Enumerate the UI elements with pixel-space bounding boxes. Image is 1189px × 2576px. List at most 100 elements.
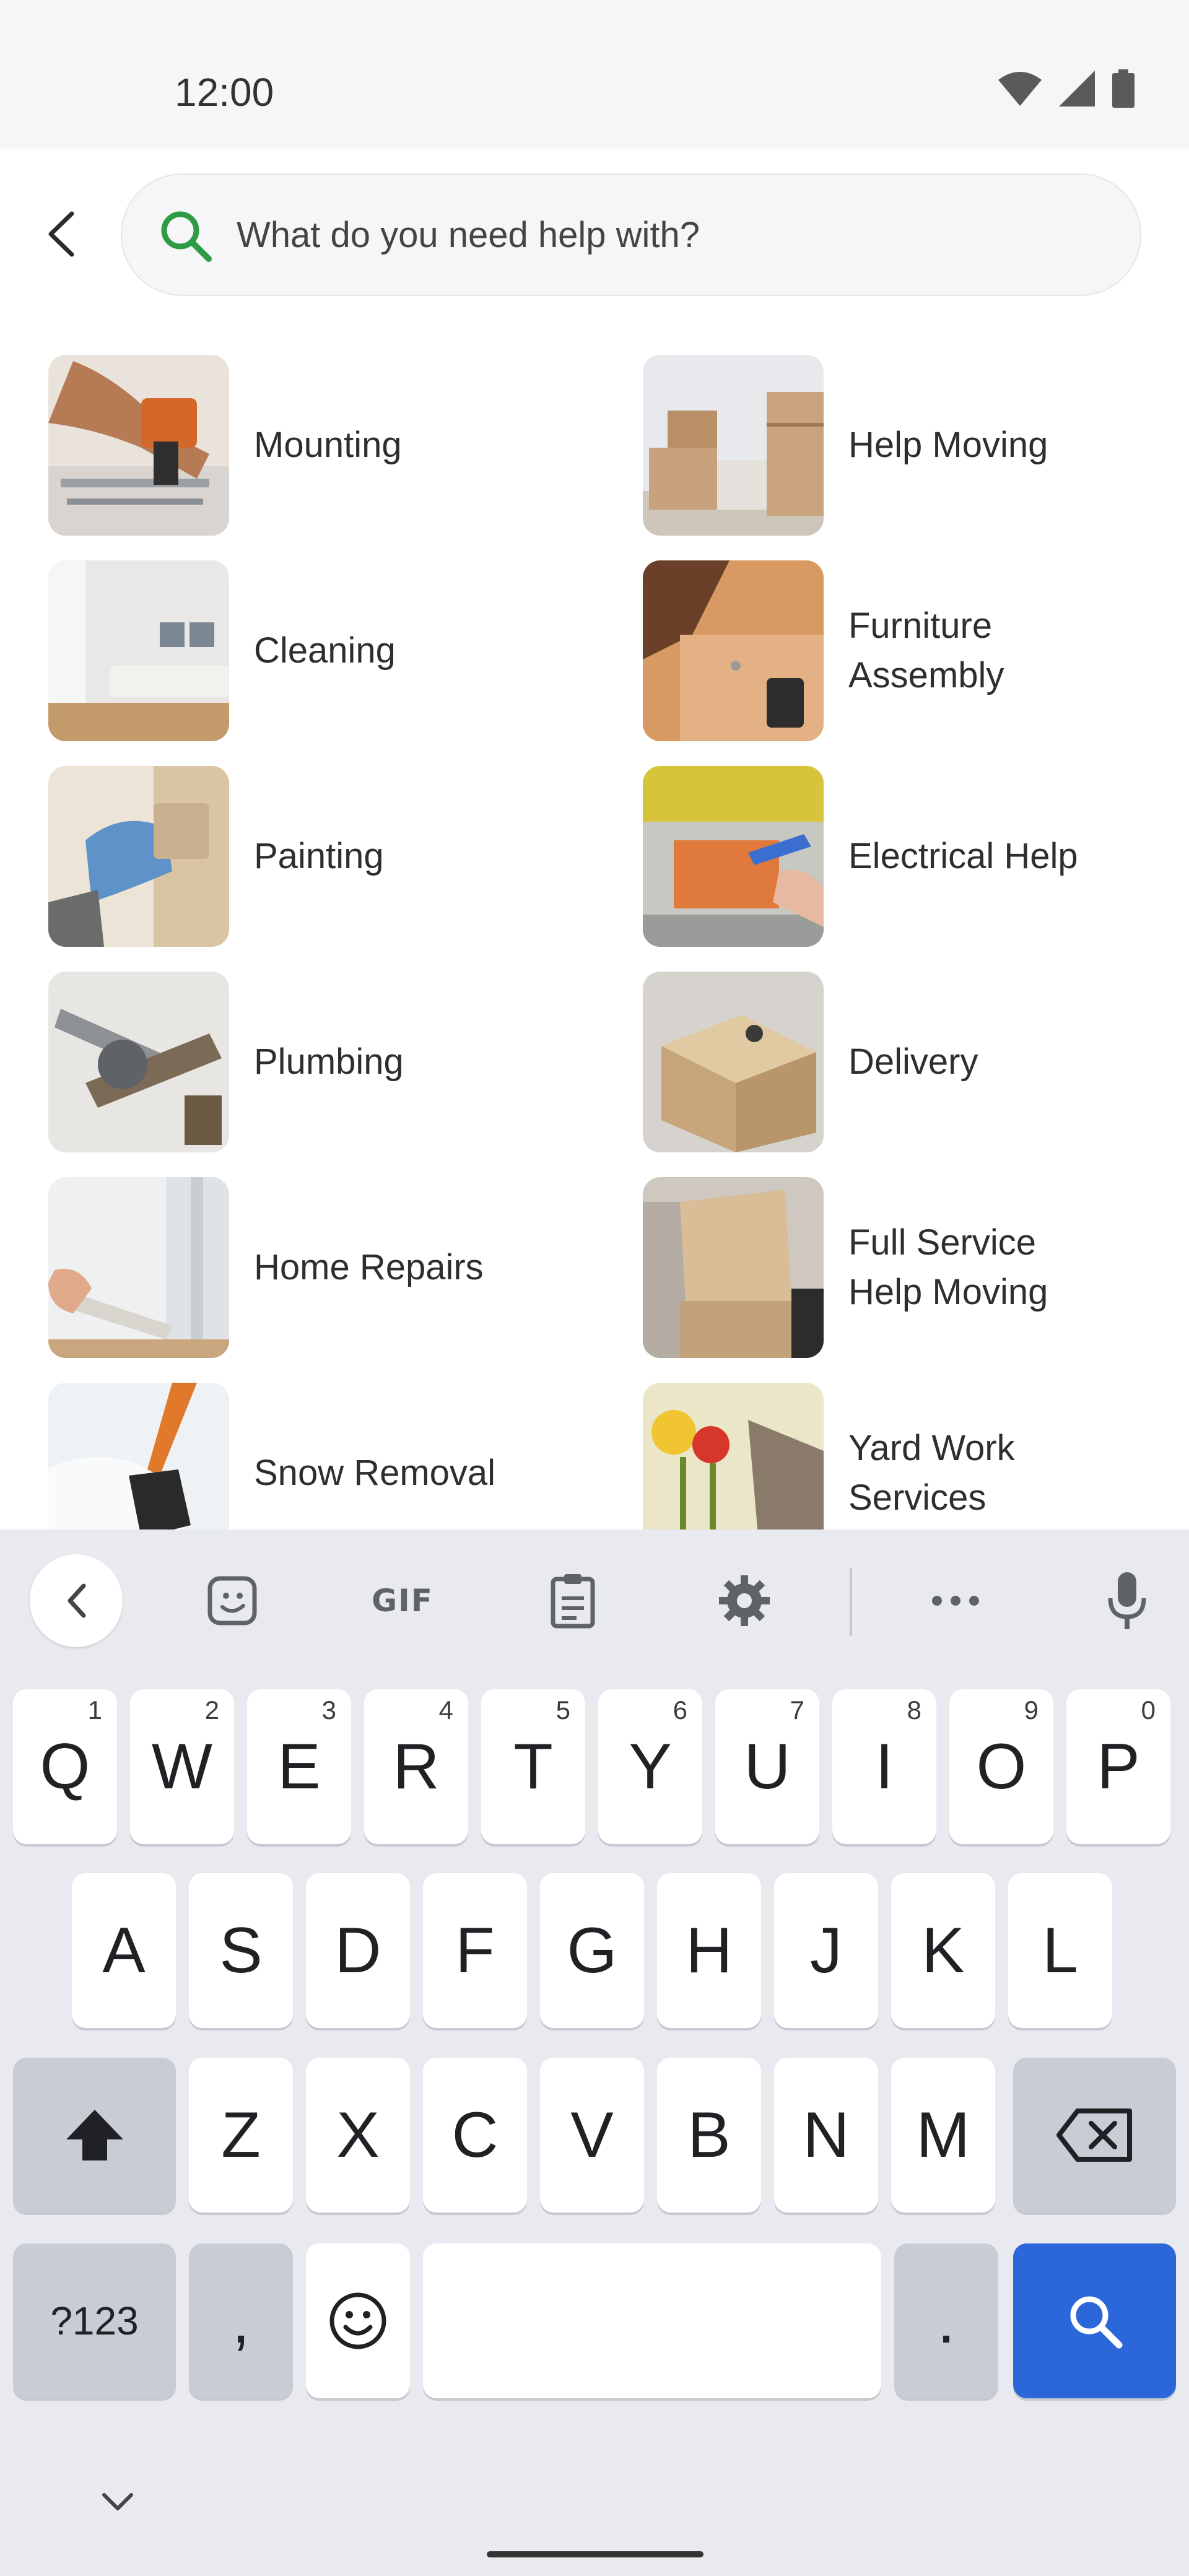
key-n[interactable]: N	[774, 2058, 878, 2213]
key-hint: 7	[790, 1695, 804, 1725]
clipboard-button[interactable]	[526, 1554, 619, 1647]
key-label: Z	[221, 2099, 261, 2171]
category-home-repairs[interactable]: Home Repairs	[48, 1177, 606, 1358]
key-r[interactable]: R4	[364, 1689, 468, 1844]
key-hint: 3	[321, 1695, 336, 1725]
snow-shovel-photo	[48, 1383, 229, 1530]
search-action-key[interactable]	[1013, 2243, 1176, 2398]
key-g[interactable]: G	[540, 1873, 644, 2028]
category-yard-work-services[interactable]: Yard Work Services	[643, 1383, 1189, 1530]
category-help-moving[interactable]: Help Moving	[643, 355, 1189, 536]
hide-keyboard-button[interactable]	[93, 2483, 142, 2520]
key-label: M	[916, 2099, 970, 2171]
chevron-left-icon	[68, 1583, 86, 1618]
key-t[interactable]: T5	[481, 1689, 585, 1844]
keyboard-toolbar: GIF	[0, 1530, 1189, 1666]
navigation-handle[interactable]	[487, 2551, 703, 2557]
key-label: B	[687, 2099, 731, 2171]
key-p[interactable]: P0	[1066, 1689, 1170, 1844]
key-h[interactable]: H	[657, 1873, 761, 2028]
gif-button[interactable]: GIF	[356, 1554, 449, 1647]
mounting-photo	[48, 355, 229, 536]
symbols-key[interactable]: ?123	[13, 2243, 176, 2398]
yard-work-photo	[643, 1383, 824, 1530]
key-m[interactable]: M	[891, 2058, 995, 2213]
battery-icon	[1112, 69, 1135, 108]
space-key[interactable]	[423, 2243, 881, 2398]
category-mounting[interactable]: Mounting	[48, 355, 606, 536]
more-dots-icon	[932, 1596, 979, 1606]
signal-icon	[1059, 71, 1095, 107]
settings-button[interactable]	[698, 1554, 791, 1647]
search-input[interactable]	[237, 175, 1104, 295]
key-x[interactable]: X	[306, 2058, 410, 2213]
category-plumbing[interactable]: Plumbing	[48, 972, 606, 1152]
search-icon	[1070, 2296, 1122, 2349]
toolbar-divider	[850, 1568, 852, 1636]
key-l[interactable]: L	[1008, 1873, 1112, 2028]
category-label: Cleaning	[254, 630, 396, 671]
key-label: O	[976, 1730, 1027, 1803]
emoji-icon	[329, 2292, 386, 2349]
more-options-button[interactable]	[909, 1554, 1002, 1647]
emoji-key[interactable]	[306, 2243, 410, 2398]
key-v[interactable]: V	[540, 2058, 644, 2213]
key-u[interactable]: U7	[715, 1689, 819, 1844]
key-a[interactable]: A	[72, 1873, 176, 2028]
category-painting[interactable]: Painting	[48, 766, 606, 947]
sticker-button[interactable]	[186, 1554, 279, 1647]
furniture-assembly-photo	[643, 560, 824, 741]
category-label: Delivery	[848, 1042, 978, 1082]
key-s[interactable]: S	[189, 1873, 293, 2028]
microphone-icon	[1108, 1572, 1146, 1629]
key-i[interactable]: I8	[832, 1689, 936, 1844]
category-snow-removal[interactable]: Snow Removal	[48, 1383, 606, 1530]
category-electrical-help[interactable]: Electrical Help	[643, 766, 1189, 947]
category-grid: Mounting Help Moving Cleaning Furniture …	[0, 322, 1189, 1530]
key-label: Y	[629, 1730, 672, 1803]
key-label: Q	[40, 1730, 90, 1803]
search-box[interactable]	[121, 173, 1141, 296]
key-label: S	[219, 1914, 263, 1986]
category-full-service-help-moving[interactable]: Full Service Help Moving	[643, 1177, 1189, 1358]
status-icons	[998, 69, 1135, 108]
key-j[interactable]: J	[774, 1873, 878, 2028]
home-repairs-photo	[48, 1177, 229, 1358]
key-hint: 1	[87, 1695, 102, 1725]
voice-input-button[interactable]	[1081, 1554, 1174, 1647]
period-key[interactable]: .	[894, 2243, 998, 2398]
key-label: ?123	[50, 2299, 139, 2343]
key-y[interactable]: Y6	[598, 1689, 702, 1844]
category-delivery[interactable]: Delivery	[643, 972, 1189, 1152]
key-d[interactable]: D	[306, 1873, 410, 2028]
key-label: N	[803, 2099, 850, 2171]
key-e[interactable]: E3	[247, 1689, 351, 1844]
key-f[interactable]: F	[423, 1873, 527, 2028]
key-label: H	[686, 1914, 733, 1986]
comma-key[interactable]: ,	[189, 2243, 293, 2398]
category-furniture-assembly[interactable]: Furniture Assembly	[643, 560, 1189, 741]
back-arrow-icon	[48, 211, 74, 257]
key-label: P	[1097, 1730, 1140, 1803]
category-cleaning[interactable]: Cleaning	[48, 560, 606, 741]
key-label: V	[570, 2099, 614, 2171]
back-button[interactable]	[36, 209, 85, 259]
key-hint: 6	[673, 1695, 687, 1725]
key-w[interactable]: W2	[130, 1689, 234, 1844]
category-label: Plumbing	[254, 1042, 404, 1082]
key-q[interactable]: Q1	[13, 1689, 117, 1844]
key-b[interactable]: B	[657, 2058, 761, 2213]
key-c[interactable]: C	[423, 2058, 527, 2213]
category-label: Painting	[254, 836, 384, 876]
key-z[interactable]: Z	[189, 2058, 293, 2213]
key-k[interactable]: K	[891, 1873, 995, 2028]
clipboard-icon	[551, 1574, 595, 1629]
keyboard-collapse-toolbar-button[interactable]	[30, 1554, 123, 1647]
key-o[interactable]: O9	[949, 1689, 1053, 1844]
backspace-key[interactable]	[1013, 2058, 1176, 2213]
category-label: Yard Work Services	[848, 1428, 1015, 1518]
shift-key[interactable]	[13, 2058, 176, 2213]
key-label: G	[567, 1914, 617, 1986]
key-label: X	[336, 2099, 380, 2171]
key-hint: 8	[907, 1695, 921, 1725]
